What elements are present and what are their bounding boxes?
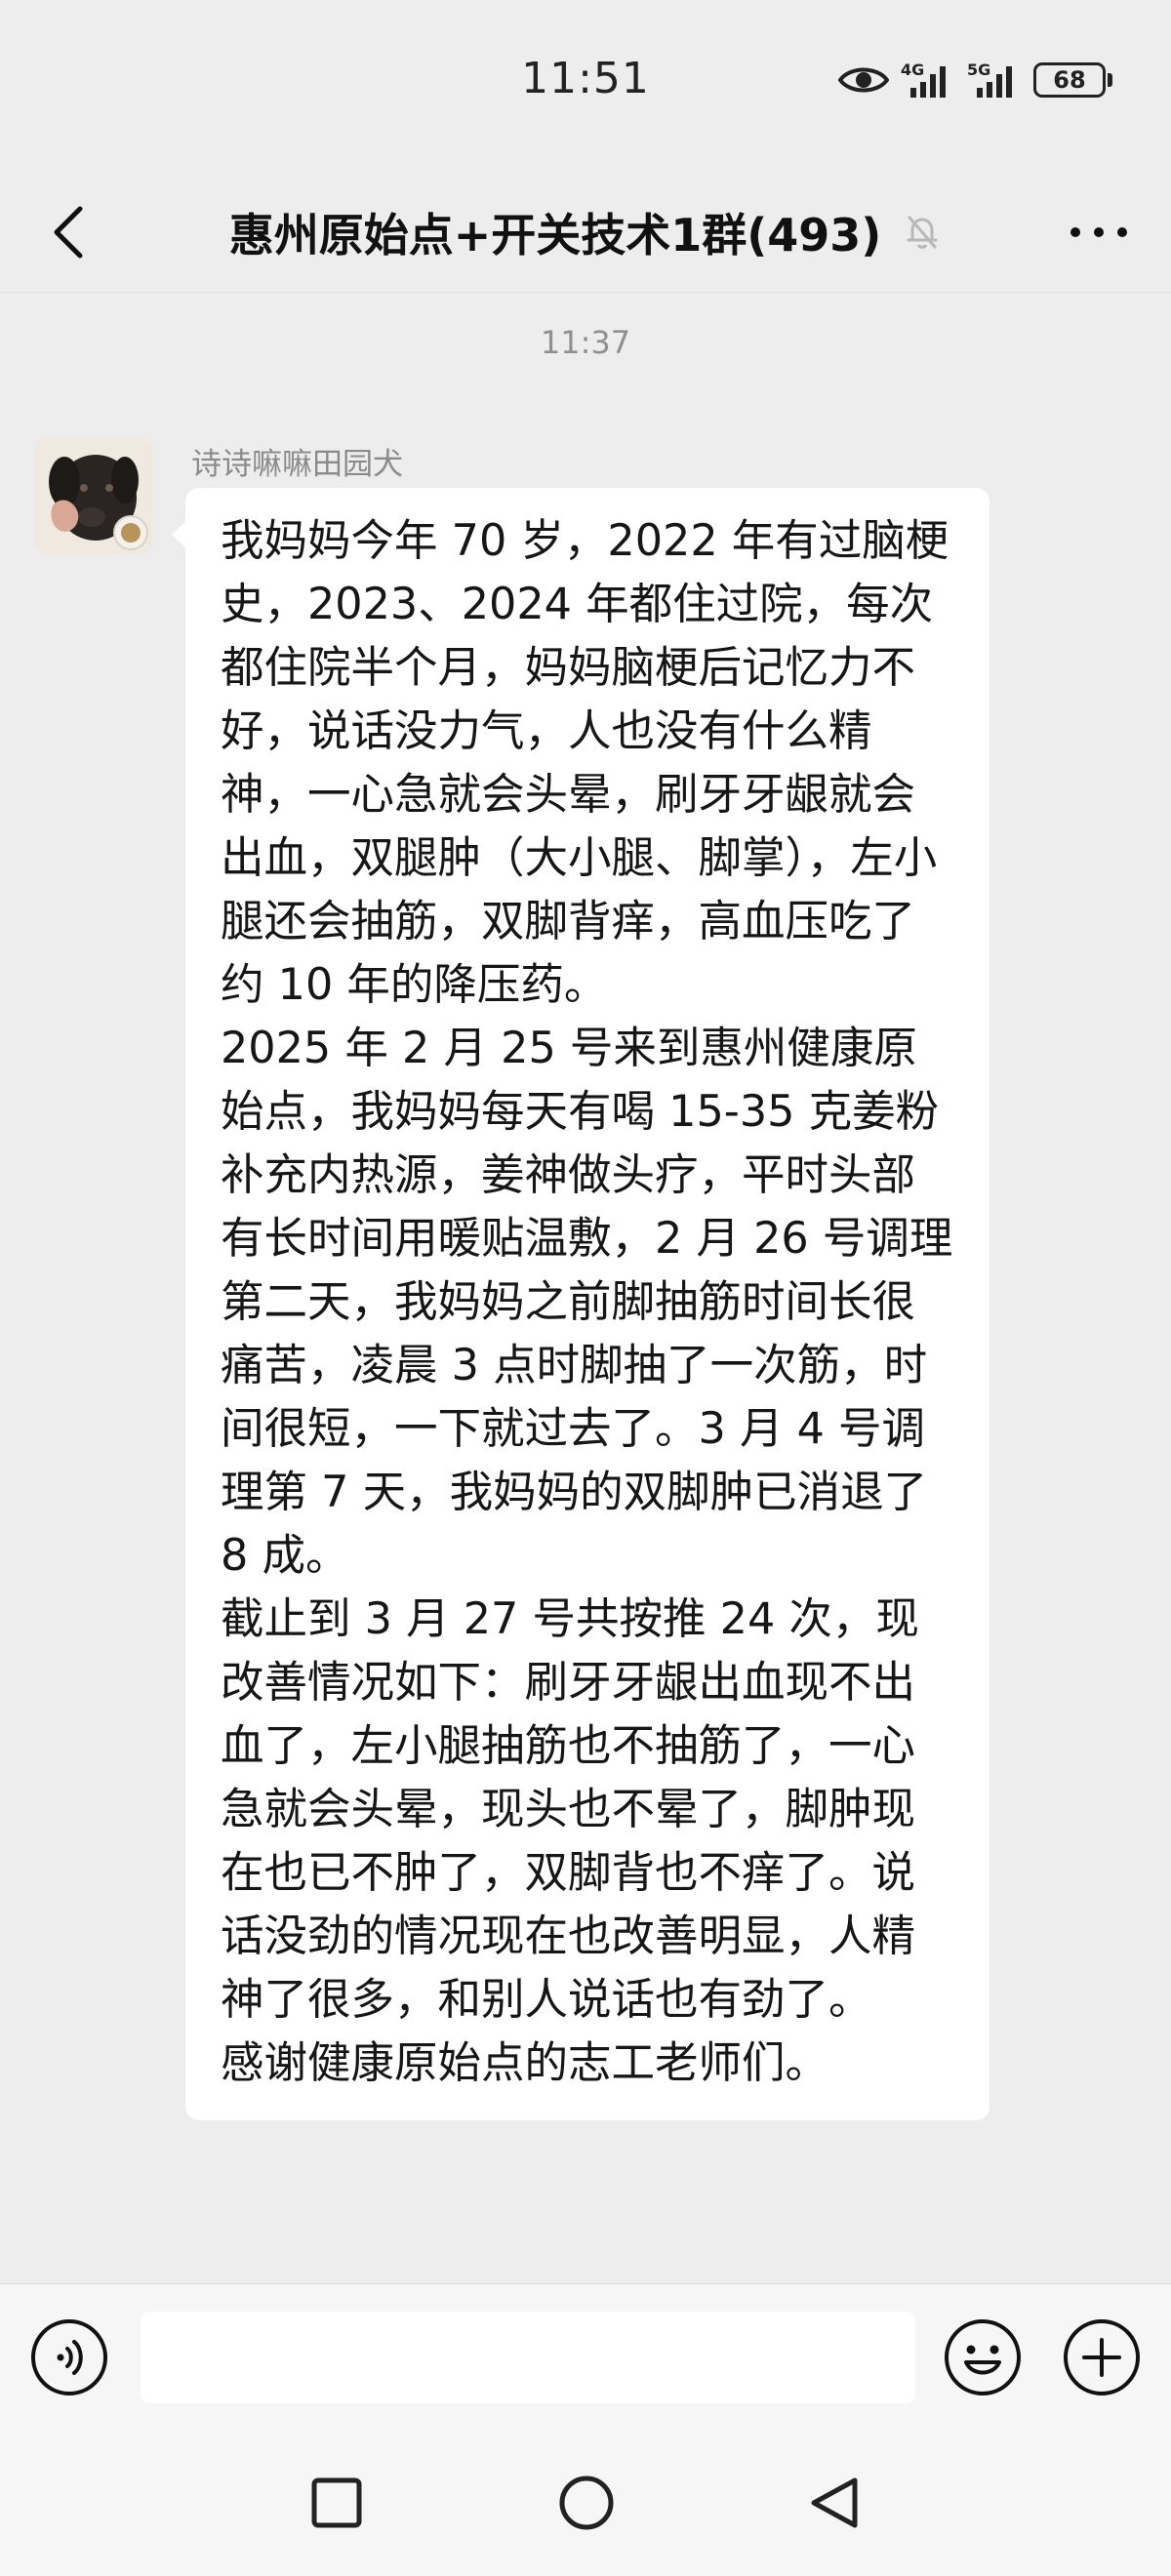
eye-icon xyxy=(838,67,889,93)
signal-5g: 5G xyxy=(967,60,1022,100)
sender-name: 诗诗嘛嘛田园犬 xyxy=(191,447,403,482)
system-nav-bar xyxy=(0,2430,1171,2576)
avatar[interactable] xyxy=(35,437,152,554)
status-bar: 11:51 4G 5G 68 xyxy=(0,0,1171,176)
circle-icon[interactable] xyxy=(558,2475,615,2531)
voice-icon xyxy=(31,2319,107,2395)
emoji-icon xyxy=(945,2319,1021,2395)
signal-bars-icon xyxy=(977,66,1012,98)
message-input[interactable] xyxy=(141,2312,915,2403)
battery-icon: 68 xyxy=(1033,62,1112,98)
bell-off-icon xyxy=(907,216,938,249)
status-icons: 4G 5G 68 xyxy=(838,60,1112,100)
battery-level: 68 xyxy=(1033,62,1106,98)
emoji-button[interactable] xyxy=(943,2317,1023,2397)
square-icon[interactable] xyxy=(310,2476,363,2529)
signal-4g: 4G xyxy=(901,60,955,100)
back-button[interactable] xyxy=(39,193,98,271)
input-bar xyxy=(0,2283,1171,2430)
triangle-back-icon[interactable] xyxy=(806,2475,863,2531)
chat-area[interactable]: 11:37 诗诗嘛嘛田园犬 我妈妈今年 70 岁，2022 年有过脑梗史，202… xyxy=(0,293,1171,2283)
chat-title-group: 惠州原始点+开关技术1群(493) xyxy=(156,193,1015,271)
plus-icon xyxy=(1064,2319,1140,2395)
chat-title: 惠州原始点+开关技术1群(493) xyxy=(228,209,882,262)
dog-avatar-icon xyxy=(35,437,152,554)
bubble-tail xyxy=(172,521,186,548)
message-text: 我妈妈今年 70 岁，2022 年有过脑梗史，2023、2024 年都住过院，每… xyxy=(221,516,953,2088)
voice-button[interactable] xyxy=(29,2317,109,2397)
chat-header: 惠州原始点+开关技术1群(493) xyxy=(0,176,1171,293)
more-dots-icon xyxy=(1070,227,1127,237)
chevron-left-icon xyxy=(54,206,83,259)
more-button[interactable] xyxy=(1060,193,1138,271)
plus-button[interactable] xyxy=(1062,2317,1142,2397)
signal-bars-icon xyxy=(910,66,946,98)
time-divider: 11:37 xyxy=(540,324,631,361)
message-bubble[interactable]: 我妈妈今年 70 岁，2022 年有过脑梗史，2023、2024 年都住过院，每… xyxy=(172,488,989,2120)
